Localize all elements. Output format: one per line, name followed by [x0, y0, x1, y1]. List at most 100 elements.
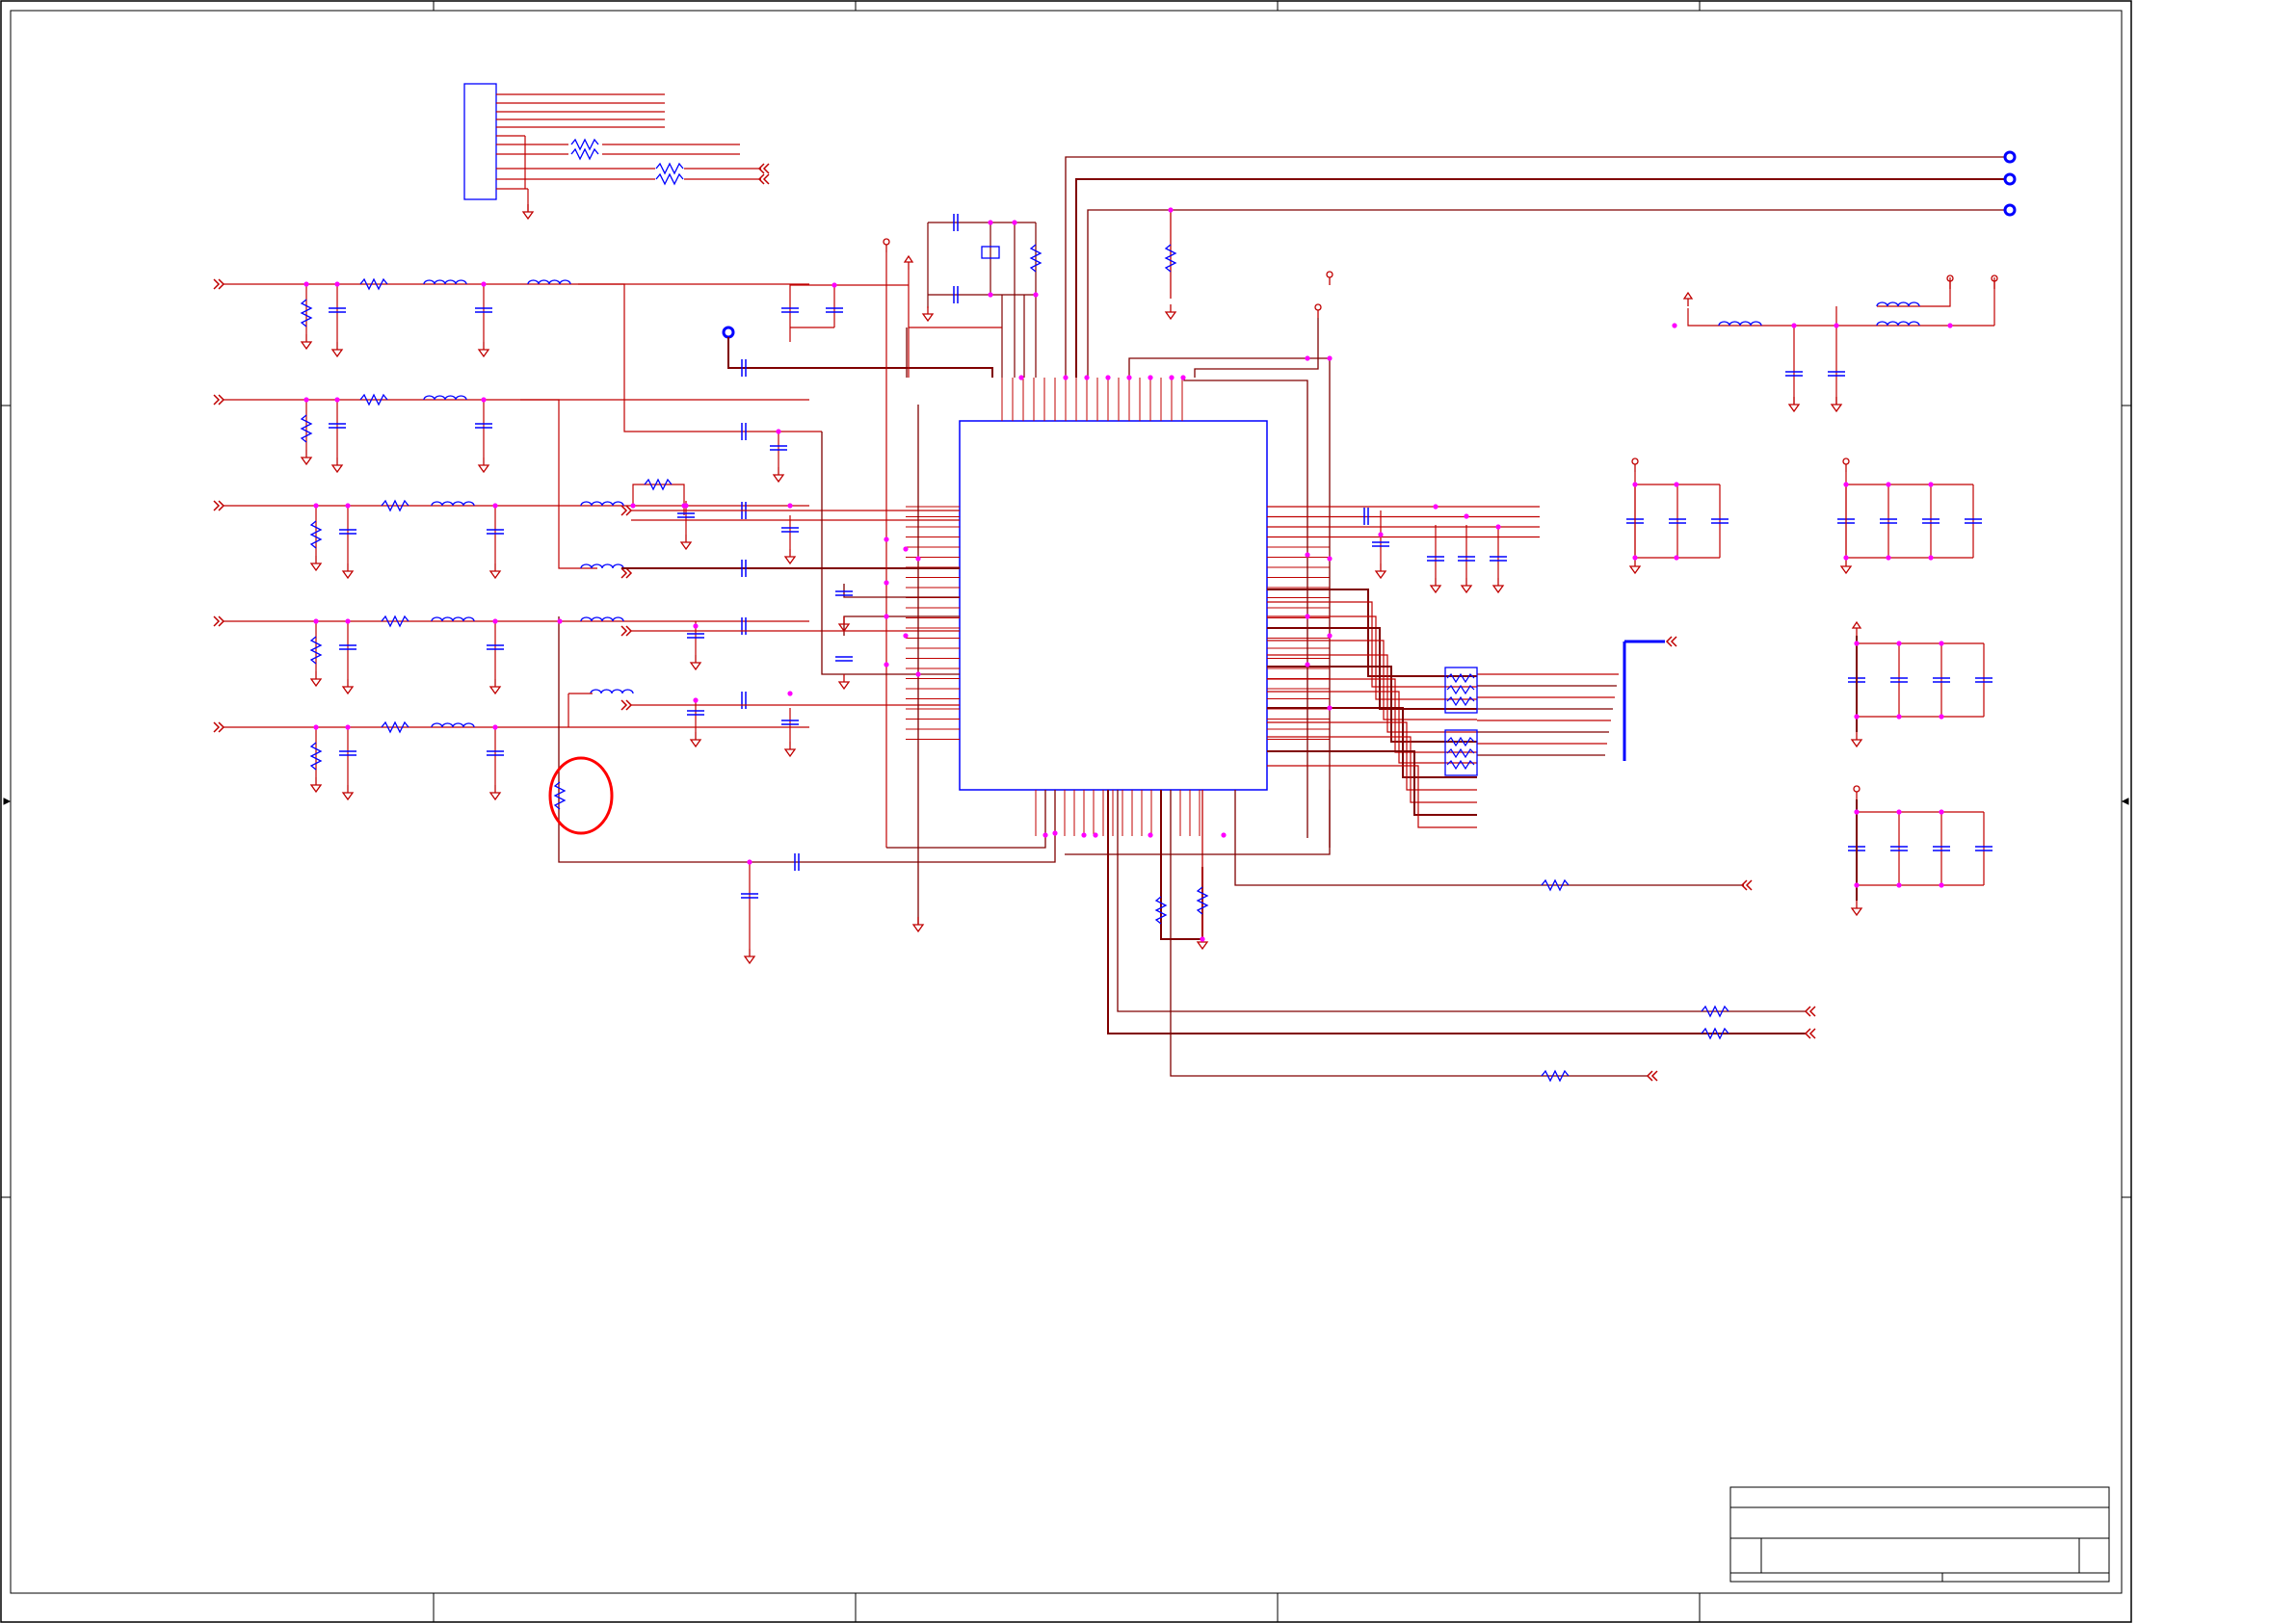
junction-dot: [1791, 323, 1797, 328]
junction-dot: [492, 618, 498, 624]
junction-dot: [988, 220, 993, 225]
offpage-connector-icon[interactable]: [213, 394, 224, 406]
junction-dot: [776, 429, 781, 434]
ground-arrow-icon: [301, 449, 312, 465]
junction-dot: [884, 662, 889, 668]
junction-dot: [1939, 809, 1944, 815]
junction-dot: [683, 503, 689, 509]
junction-dot: [1052, 830, 1058, 836]
junction-dot: [1084, 375, 1090, 380]
ground-arrow-icon: [744, 948, 755, 964]
inductor[interactable]: [590, 689, 634, 694]
junction-dot: [1063, 375, 1069, 380]
junction-dot: [988, 292, 993, 298]
ground-arrow-icon: [773, 466, 784, 483]
junction-dot: [303, 281, 309, 287]
power-pin-icon: [1852, 621, 1861, 637]
ground-arrow-icon: [1831, 396, 1842, 412]
junction-dot: [1168, 207, 1174, 213]
offpage-connector-icon[interactable]: [1805, 1028, 1816, 1039]
ground-arrow-icon: [1461, 577, 1472, 593]
bus-line: [1623, 640, 1665, 761]
capacitor[interactable]: [741, 691, 747, 710]
capacitor[interactable]: [741, 616, 747, 636]
junction-dot: [492, 724, 498, 730]
junction-dot: [345, 503, 351, 509]
ground-arrow-icon: [838, 673, 850, 690]
junction-dot: [345, 618, 351, 624]
resistor[interactable]: [570, 139, 599, 150]
junction-dot: [1464, 513, 1469, 519]
offpage-connector-icon[interactable]: [620, 505, 632, 516]
junction-dot: [1939, 714, 1944, 720]
testpoint-ring-icon[interactable]: [2003, 172, 2017, 186]
offpage-connector-icon[interactable]: [1647, 1070, 1658, 1082]
power-pin-icon: [1683, 292, 1693, 307]
power-pin-icon: [1326, 271, 1333, 286]
power-regulator-section: [1687, 277, 1995, 405]
junction-dot: [1081, 832, 1087, 838]
offpage-connector-icon[interactable]: [213, 721, 224, 733]
ground-arrow-icon: [784, 741, 796, 757]
junction-dot: [1674, 555, 1679, 561]
junction-dot: [693, 697, 699, 703]
junction-dot: [1632, 482, 1638, 487]
resistor-element: [1446, 759, 1475, 771]
ground-arrow-icon: [690, 731, 701, 747]
main-ic-body[interactable]: [959, 420, 1268, 791]
offpage-connector-icon[interactable]: [1805, 1006, 1816, 1017]
resistor-circled[interactable]: [554, 781, 566, 810]
offpage-connector-icon[interactable]: [213, 615, 224, 627]
connector-header[interactable]: [463, 83, 497, 200]
junction-dots: [303, 207, 1953, 942]
junction-dot: [1843, 482, 1849, 487]
junction-dot: [1896, 809, 1902, 815]
ground-arrow-icon: [342, 784, 354, 800]
testpoint-ring-icon[interactable]: [2003, 150, 2017, 164]
junction-dot: [492, 503, 498, 509]
junction-dot: [1854, 641, 1860, 646]
left-ic-buses: [821, 327, 960, 925]
ground-arrow-icon: [1375, 563, 1386, 579]
junction-dot: [1495, 524, 1501, 530]
decoupling-banks: [1625, 458, 1993, 916]
resistor[interactable]: [655, 173, 684, 185]
offpage-connector-icon[interactable]: [1666, 636, 1677, 647]
resistor[interactable]: [655, 163, 684, 174]
ground-arrow-icon: [489, 784, 501, 800]
offpage-connector-icon[interactable]: [213, 278, 224, 290]
capacitor[interactable]: [834, 656, 854, 662]
power-pin-icon: [1314, 303, 1322, 319]
junction-dot: [1305, 552, 1310, 558]
testpoint-ring-icon[interactable]: [2003, 203, 2017, 217]
testpoint-ring-icon[interactable]: [722, 326, 735, 339]
junction-dot: [1148, 832, 1153, 838]
resistor[interactable]: [570, 148, 599, 160]
junction-dot: [630, 503, 636, 509]
ic-top-right-nets: [1128, 318, 1331, 848]
offpage-connector-icon[interactable]: [620, 699, 632, 711]
junction-dot: [313, 724, 319, 730]
offpage-connector-icon[interactable]: [213, 500, 224, 511]
junction-dot: [903, 633, 909, 639]
ground-arrow-icon: [690, 654, 701, 670]
junction-dot: [1033, 292, 1039, 298]
junction-dot: [1928, 482, 1934, 487]
junction-dot: [1433, 504, 1438, 510]
right-output-nets: [1267, 506, 1619, 828]
junction-dot: [903, 546, 909, 552]
junction-dot: [1105, 375, 1111, 380]
junction-dot: [1093, 832, 1098, 838]
junction-dot: [1928, 555, 1934, 561]
ground-arrow-icon: [1788, 396, 1800, 412]
schematic-sheet: [0, 0, 2132, 1623]
junction-dot: [1632, 555, 1638, 561]
junction-dot: [1939, 882, 1944, 888]
ground-arrow-icon: [342, 678, 354, 694]
power-pin-icon: [1631, 458, 1639, 473]
ground-arrow-icon: [922, 305, 934, 322]
offpage-connector-icon[interactable]: [620, 625, 632, 637]
offpage-connector-icon[interactable]: [620, 567, 632, 579]
junction-dot: [1327, 705, 1333, 711]
junction-dot: [1042, 832, 1048, 838]
